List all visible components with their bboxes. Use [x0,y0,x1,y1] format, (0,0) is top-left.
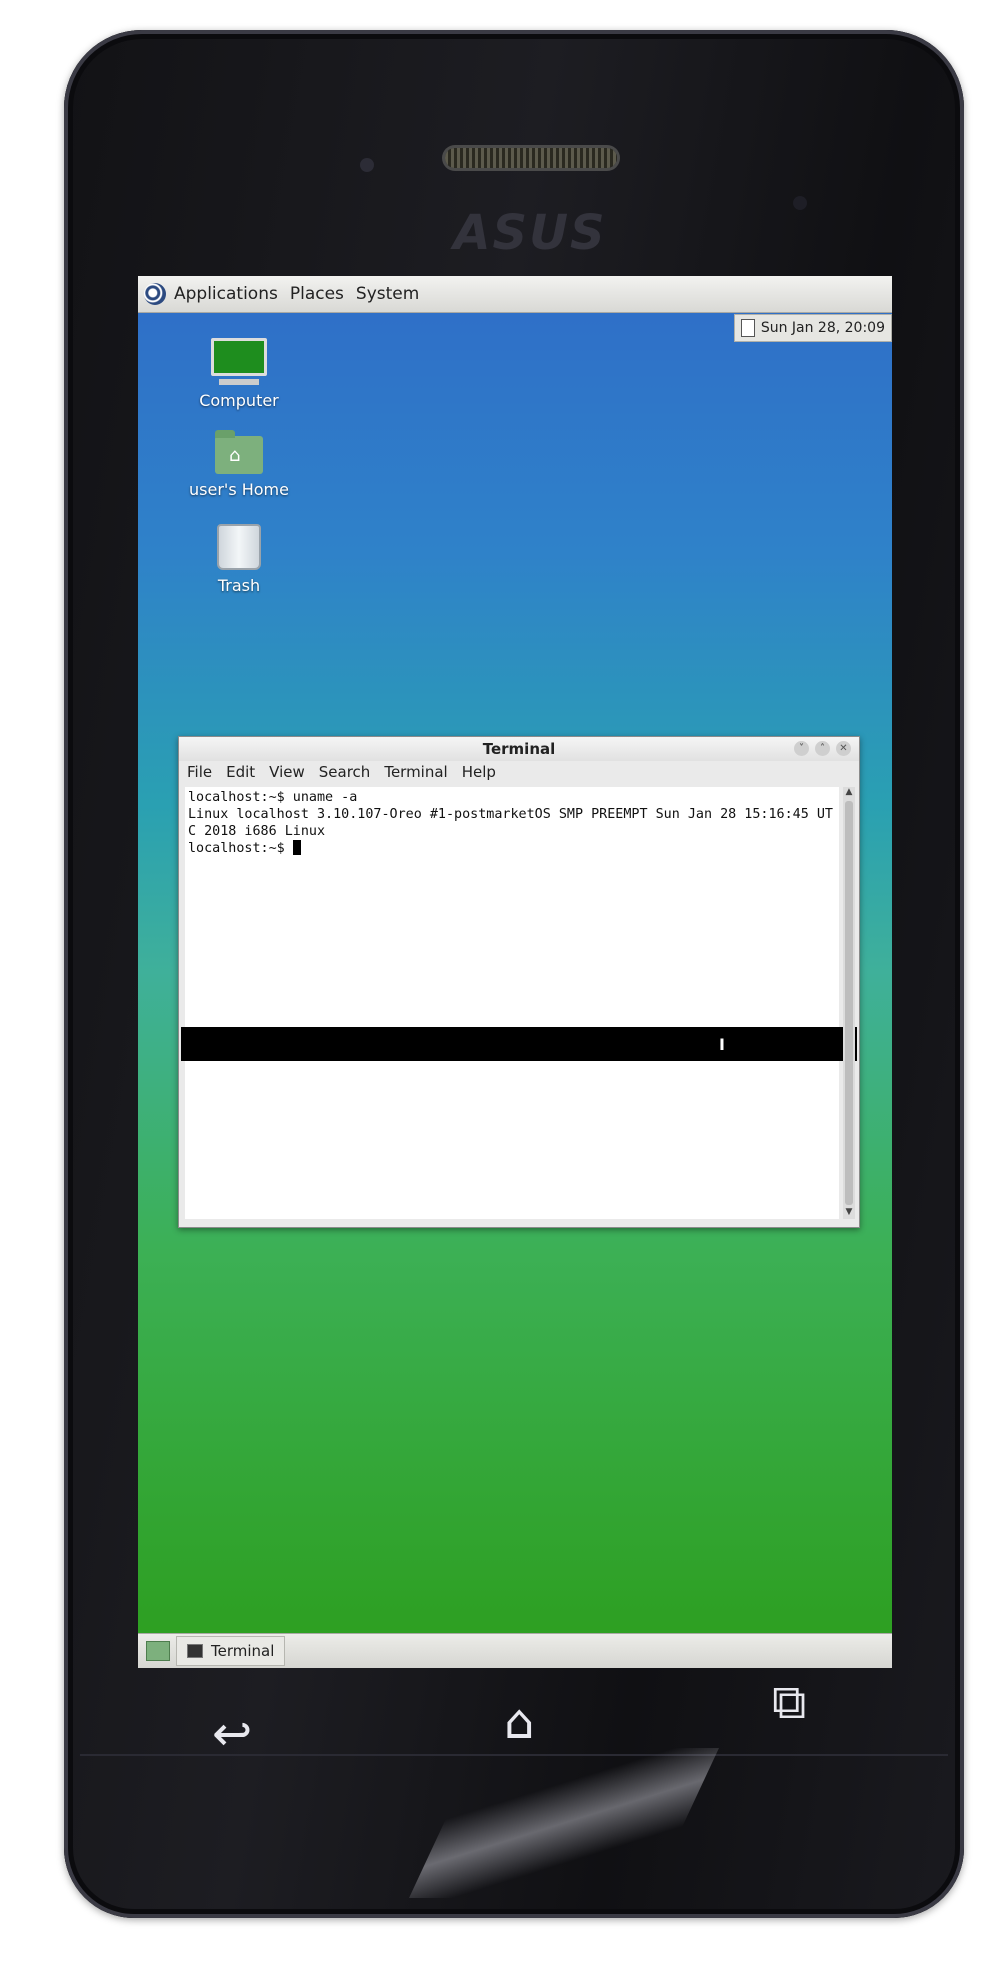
terminal-line: localhost:~$ uname -a [188,790,358,805]
phone-chin [80,1754,948,1906]
menu-search[interactable]: Search [319,763,371,781]
close-icon[interactable]: ✕ [836,741,851,756]
menu-terminal[interactable]: Terminal [384,763,447,781]
clock-text: Sun Jan 28, 20:09 [760,320,885,336]
scrollbar-thumb[interactable] [845,801,853,1205]
taskbar-label: Terminal [211,1642,275,1660]
terminal-title: Terminal [482,740,556,758]
screen: Applications Places System Sun Jan 28, 2… [138,276,892,1668]
front-camera-icon [793,196,807,210]
menu-places[interactable]: Places [290,284,344,304]
desktop-icon-label: user's Home [189,480,289,499]
computer-base-shape [219,379,259,385]
desktop-icon-computer[interactable]: Computer [184,338,294,410]
bottom-panel: Terminal [138,1633,892,1668]
terminal-window: Terminal ˅ ˄ ✕ File Edit View Search Ter… [178,736,860,1228]
menu-system[interactable]: System [356,284,419,304]
show-desktop-icon[interactable] [146,1641,170,1661]
menu-edit[interactable]: Edit [226,763,255,781]
menu-view[interactable]: View [269,763,305,781]
desktop-icon-label: Computer [199,391,279,410]
applications-logo-icon[interactable] [144,283,166,305]
scroll-up-icon[interactable]: ▲ [843,787,855,799]
back-icon[interactable]: ↩ [212,1710,252,1758]
house-icon: ⌂ [229,445,241,466]
desktop-icon-home[interactable]: ⌂ user's Home [184,430,294,499]
minimize-icon[interactable]: ˅ [794,741,809,756]
top-panel: Applications Places System [138,276,892,313]
maximize-icon[interactable]: ˄ [815,741,830,756]
battery-icon [740,319,755,337]
desktop-icon-trash[interactable]: Trash [184,524,294,595]
terminal-scrollbar[interactable]: ▲ ▼ [843,787,855,1219]
terminal-prompt: localhost:~$ [188,841,293,856]
sensor-icon [360,158,374,172]
computer-icon [211,338,267,376]
terminal-titlebar[interactable]: Terminal ˅ ˄ ✕ [179,737,859,761]
text-cursor [292,840,301,855]
earpiece-speaker [445,148,617,168]
home-icon[interactable]: ⌂ [504,1698,534,1746]
render-artifact-band [181,1027,857,1061]
menu-file[interactable]: File [187,763,212,781]
clock-applet[interactable]: Sun Jan 28, 20:09 [733,314,892,342]
home-folder-icon: ⌂ [215,430,263,474]
terminal-icon [187,1644,203,1658]
recent-apps-icon[interactable]: ⧉ [772,1678,806,1726]
menu-applications[interactable]: Applications [174,284,278,304]
terminal-line: Linux localhost 3.10.107-Oreo #1-postmar… [188,807,833,839]
brand-logo: ASUS [453,205,607,261]
desktop-icon-label: Trash [217,576,261,595]
trash-icon [217,524,261,570]
scroll-down-icon[interactable]: ▼ [843,1207,855,1219]
menu-help[interactable]: Help [462,763,496,781]
terminal-prompt-line: localhost:~$ [188,840,836,857]
window-controls: ˅ ˄ ✕ [794,741,851,756]
ibeam-cursor-icon: I [719,1035,725,1054]
taskbar-item-terminal[interactable]: Terminal [176,1636,286,1666]
terminal-output[interactable]: localhost:~$ uname -a Linux localhost 3.1… [185,787,839,1219]
terminal-menubar: File Edit View Search Terminal Help [179,761,859,783]
